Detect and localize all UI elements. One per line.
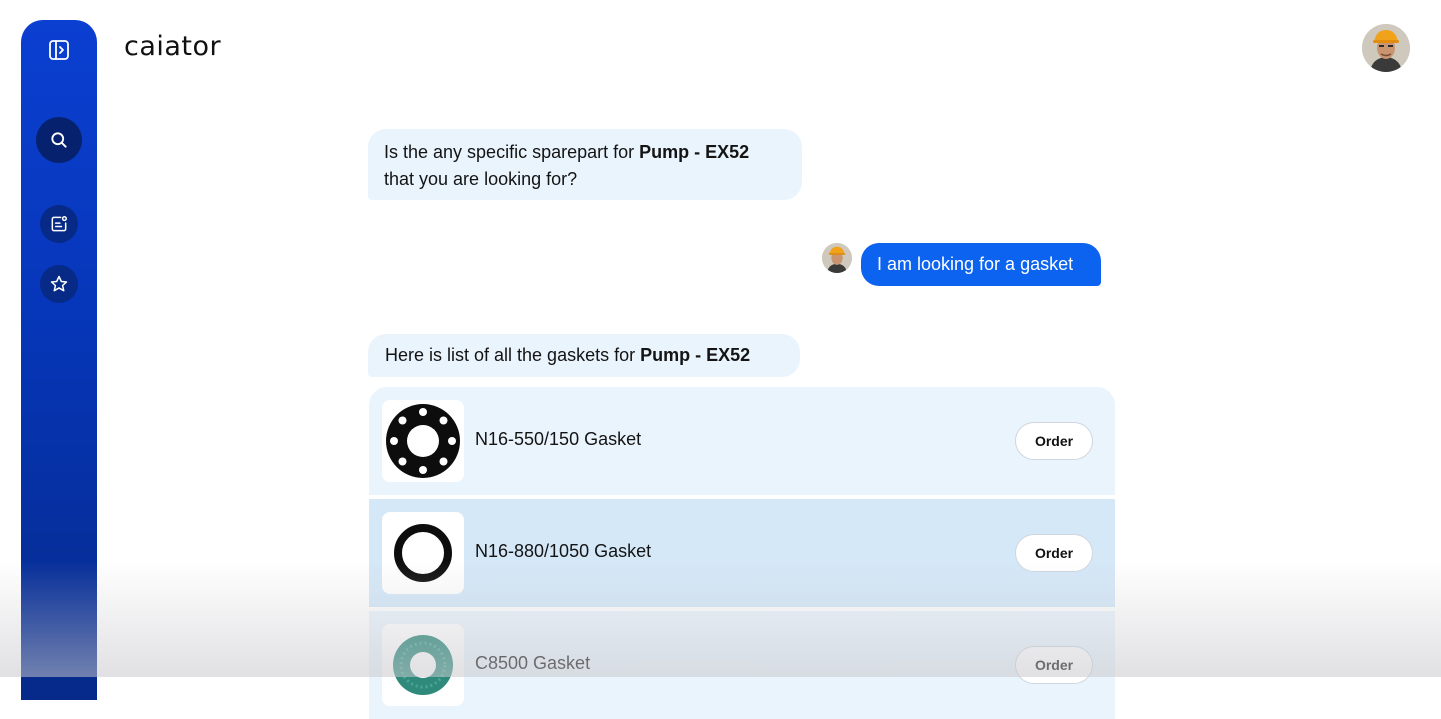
gasket-name: C8500 Gasket bbox=[475, 653, 591, 673]
fiber-gasket-icon bbox=[393, 635, 453, 695]
gasket-row[interactable]: C8500 Gasket Order bbox=[369, 611, 1115, 719]
message-text: that you are looking for? bbox=[384, 169, 578, 189]
worker-avatar-icon bbox=[822, 243, 852, 273]
gasket-name: N16-880/1050 Gasket bbox=[475, 541, 652, 561]
search-icon bbox=[51, 132, 67, 148]
ring-gasket-icon bbox=[394, 524, 452, 582]
gasket-list: N16-550/150 Gasket Order N16-880/1050 Ga… bbox=[369, 387, 1115, 719]
user-message: I am looking for a gasket bbox=[861, 243, 1101, 286]
gasket-thumbnail bbox=[382, 624, 464, 706]
message-text: Here is list of all the gaskets for bbox=[385, 345, 641, 365]
flange-gasket-icon bbox=[386, 404, 460, 478]
gasket-thumbnail bbox=[382, 512, 464, 594]
message-pump-name: Pump - EX52 bbox=[640, 345, 751, 365]
worker-avatar-icon bbox=[1362, 24, 1410, 72]
sidebar-toggle-icon bbox=[49, 40, 69, 60]
gasket-thumbnail bbox=[382, 400, 464, 482]
search-button[interactable] bbox=[36, 117, 82, 163]
star-icon bbox=[50, 275, 68, 292]
message-pump-name: Pump - EX52 bbox=[639, 142, 750, 162]
order-button[interactable]: Order bbox=[1015, 422, 1093, 460]
notes-button[interactable] bbox=[40, 205, 78, 243]
gasket-name: N16-550/150 Gasket bbox=[475, 429, 642, 449]
bot-message: Is the any specific sparepart for Pump -… bbox=[368, 129, 802, 200]
sidebar bbox=[21, 20, 97, 700]
favorites-button[interactable] bbox=[40, 265, 78, 303]
message-text: Is the any specific sparepart for bbox=[384, 142, 640, 162]
gasket-row[interactable]: N16-550/150 Gasket Order bbox=[369, 387, 1115, 495]
user-message-avatar bbox=[822, 243, 852, 273]
order-button[interactable]: Order bbox=[1015, 646, 1093, 684]
sidebar-toggle-button[interactable] bbox=[46, 37, 72, 63]
gasket-row[interactable]: N16-880/1050 Gasket Order bbox=[369, 499, 1115, 607]
notes-icon bbox=[51, 215, 67, 232]
app-logo: caiator bbox=[124, 31, 222, 62]
user-avatar[interactable] bbox=[1362, 24, 1410, 72]
bot-message: Here is list of all the gaskets for Pump… bbox=[368, 334, 800, 377]
order-button[interactable]: Order bbox=[1015, 534, 1093, 572]
